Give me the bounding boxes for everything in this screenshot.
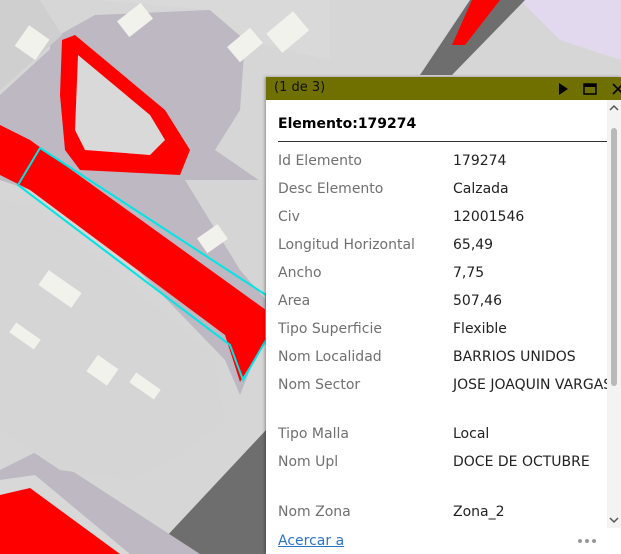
popup-title: Elemento:179274 — [278, 116, 417, 132]
attribute-value: 507,46 — [453, 293, 502, 309]
attribute-value: BARRIOS UNIDOS — [453, 349, 576, 365]
attribute-label: Nom Localidad — [278, 349, 382, 365]
next-feature-button[interactable] — [554, 79, 572, 98]
attribute-label: Nom Zona — [278, 504, 351, 520]
attribute-label: Nom Upl — [278, 454, 339, 470]
attribute-label: Id Elemento — [278, 153, 362, 169]
attribute-label: Nom Sector — [278, 377, 361, 393]
attribute-label: Longitud Horizontal — [278, 237, 415, 253]
info-popup: (1 de 3) Elemento:179274 Id Elemento 179… — [266, 77, 621, 554]
attribute-value: Flexible — [453, 321, 507, 337]
attribute-value: 12001546 — [453, 209, 525, 225]
attribute-value: 179274 — [453, 153, 507, 169]
chevron-down-icon[interactable] — [609, 515, 619, 525]
play-icon — [559, 82, 568, 95]
attribute-value: JOSE JOAQUIN VARGAS — [453, 377, 607, 393]
maximize-button[interactable] — [581, 79, 599, 98]
attribute-label: Civ — [278, 209, 300, 225]
zoom-to-link[interactable]: Acercar a — [278, 533, 344, 549]
attribute-value: DOCE DE OCTUBRE — [453, 454, 590, 470]
scrollbar-thumb[interactable] — [611, 128, 617, 386]
attribute-label: Desc Elemento — [278, 181, 384, 197]
attribute-value: 65,49 — [453, 237, 494, 253]
attribute-value: Calzada — [453, 181, 509, 197]
popup-scrollbar[interactable] — [607, 100, 621, 528]
popup-body: Elemento:179274 Id Elemento 179274 Desc … — [266, 100, 607, 528]
close-button[interactable] — [609, 79, 621, 98]
attribute-value: 7,75 — [453, 265, 485, 281]
feature-counter: (1 de 3) — [274, 80, 326, 95]
maximize-icon — [583, 82, 597, 95]
chevron-up-icon[interactable] — [609, 103, 619, 113]
attribute-label: Area — [278, 293, 311, 309]
attribute-value: Zona_2 — [453, 504, 505, 520]
popup-header: (1 de 3) — [266, 77, 621, 100]
more-options-icon[interactable] — [578, 538, 598, 544]
attribute-label: Tipo Malla — [278, 426, 349, 442]
attribute-label: Ancho — [278, 265, 322, 281]
attribute-label: Tipo Superficie — [278, 321, 382, 337]
attribute-value: Local — [453, 426, 490, 442]
popup-footer: Acercar a — [266, 528, 621, 554]
title-divider — [278, 141, 607, 142]
close-icon — [612, 82, 621, 95]
